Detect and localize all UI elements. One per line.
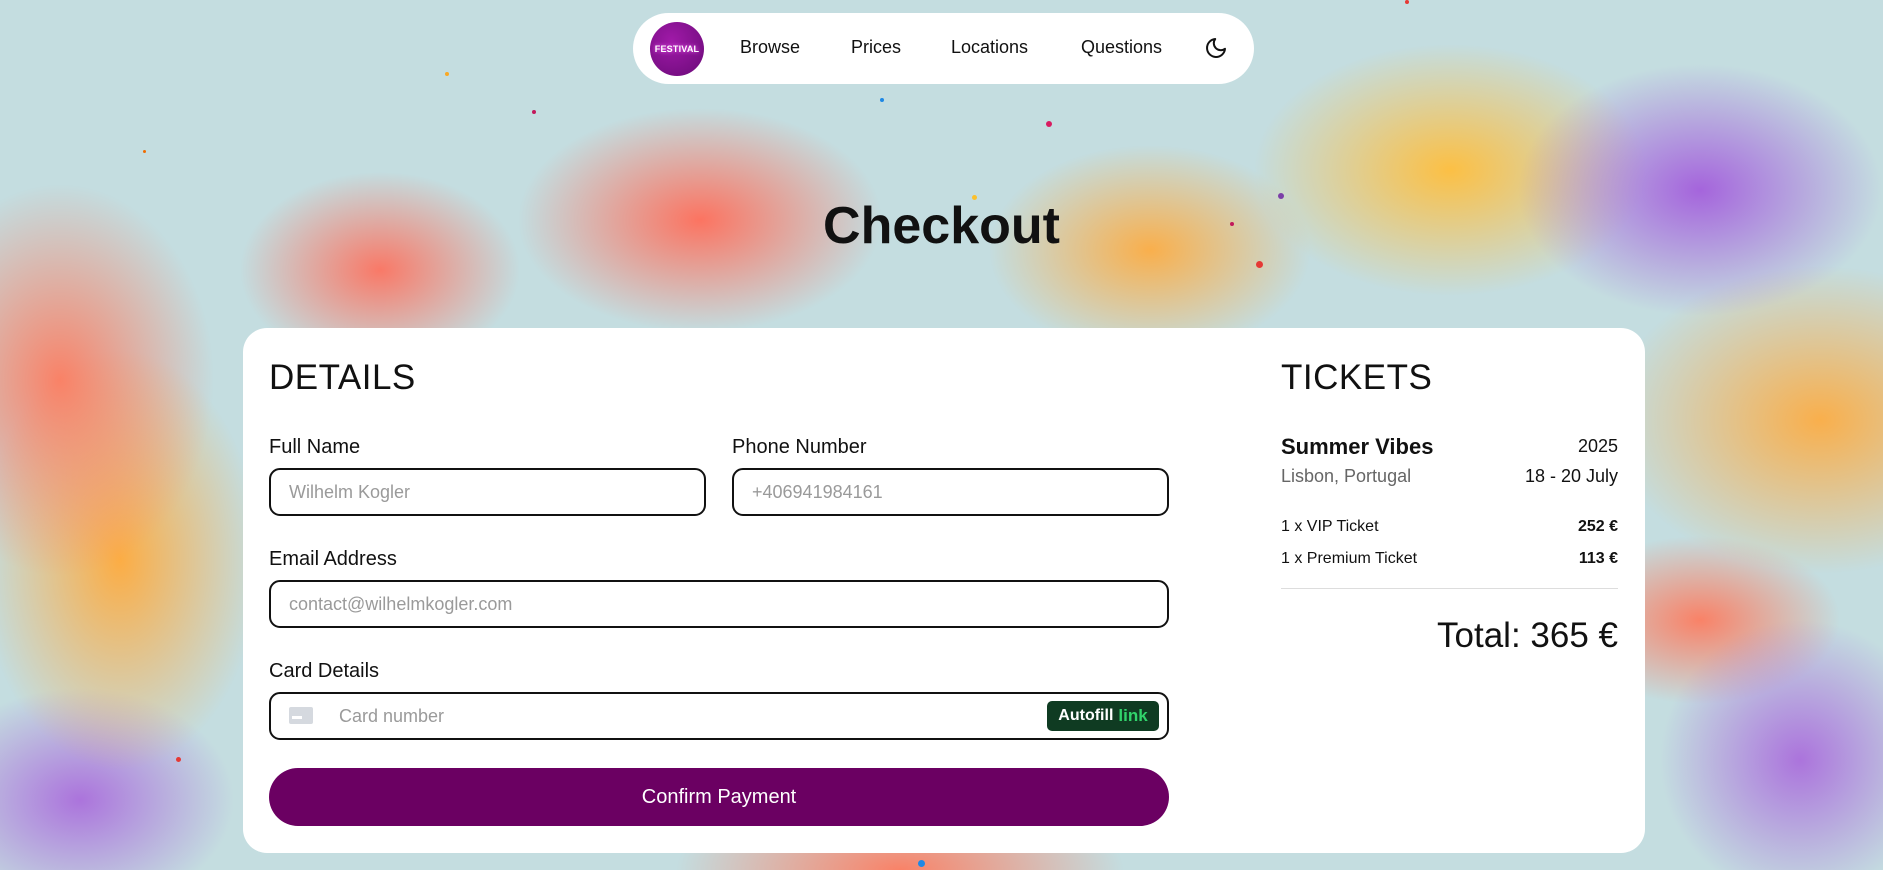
ticket-line-label: 1 x Premium Ticket [1281,550,1418,567]
paint-speckle [880,98,884,102]
card-details-field: Autofill link [269,692,1217,740]
autofill-label: Autofill [1058,707,1114,724]
nav-link-questions[interactable]: Questions [1081,37,1162,58]
phone-field [732,468,1169,516]
details-heading: DETAILS [269,358,416,397]
email-field [269,580,1169,628]
autofill-link-button[interactable]: Autofill link [1047,701,1159,731]
ticket-line-label: 1 x VIP Ticket [1281,518,1379,535]
event-name: Summer Vibes [1281,434,1434,459]
full-name-field [269,468,706,516]
link-brand-label: link [1118,706,1148,725]
email-input[interactable] [271,582,1167,626]
moon-icon[interactable] [1204,36,1228,60]
card-details-label: Card Details [269,660,380,682]
tickets-divider [1281,588,1618,589]
credit-card-icon [289,707,313,724]
nav-link-prices[interactable]: Prices [851,37,901,58]
paint-speckle [1046,121,1052,127]
phone-label: Phone Number [732,436,867,458]
paint-speckle [918,860,925,867]
ticket-line-price: 252 € [1577,518,1618,535]
confirm-payment-button[interactable]: Confirm Payment [269,768,1169,826]
checkout-card: DETAILS Full Name Phone Number Email Add… [243,328,1645,853]
paint-speckle [176,757,181,762]
paint-speckle [143,150,146,153]
paint-speckle [1256,261,1263,268]
page-title: Checkout [823,197,1060,255]
phone-input[interactable] [734,470,1167,514]
full-name-input[interactable] [271,470,704,514]
paint-speckle [532,110,536,114]
nav-link-locations[interactable]: Locations [951,37,1028,58]
order-total: Total: 365 € [1437,616,1618,655]
event-year: 2025 [1577,436,1618,456]
tickets-heading: TICKETS [1281,358,1433,397]
paint-speckle [445,72,449,76]
nav-link-browse[interactable]: Browse [740,37,800,58]
email-label: Email Address [269,548,397,570]
full-name-label: Full Name [269,436,361,458]
festival-logo[interactable]: FESTIVAL [650,21,704,76]
event-dates: 18 - 20 July [1524,466,1618,486]
top-navigation: FESTIVAL Browse Prices Locations Questio… [633,13,1254,84]
paint-speckle [1405,0,1409,4]
ticket-line-price: 113 € [1578,550,1618,567]
event-location: Lisbon, Portugal [1281,466,1412,486]
